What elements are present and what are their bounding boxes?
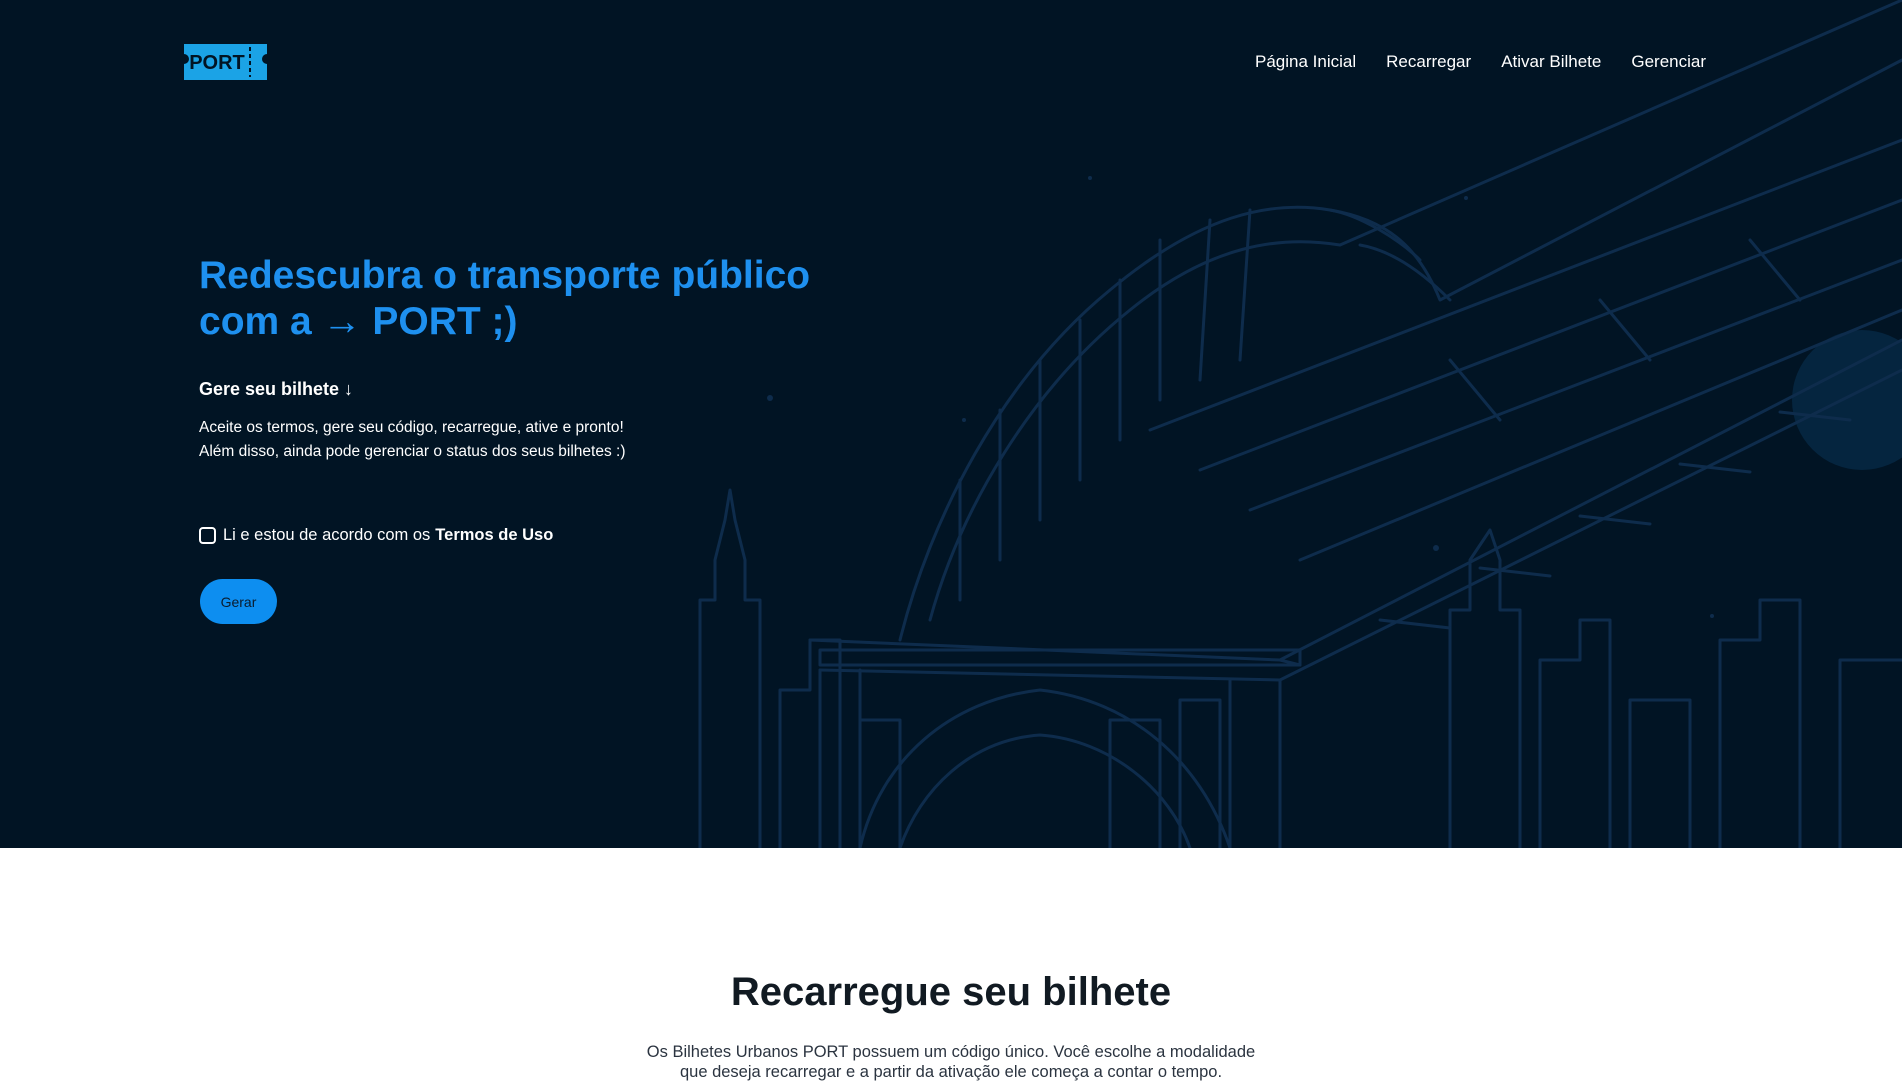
hero-title-line1: Redescubra o transporte público <box>199 254 811 297</box>
terms-checkbox[interactable] <box>199 527 216 544</box>
nav-activate-ticket[interactable]: Ativar Bilhete <box>1501 52 1601 72</box>
logo-text: PORT <box>189 52 245 74</box>
main-nav: Página Inicial Recarregar Ativar Bilhete… <box>1255 52 1706 72</box>
terms-link[interactable]: Termos de Uso <box>435 526 553 545</box>
hero-title-line2: com a → PORT ;) <box>199 300 518 343</box>
hero-description: Aceite os termos, gere seu código, recar… <box>199 419 626 460</box>
nav-manage[interactable]: Gerenciar <box>1631 52 1706 72</box>
hero-title: Redescubra o transporte público com a → … <box>199 253 919 345</box>
recharge-title: Recarregue seu bilhete <box>730 970 1172 1014</box>
hero-section: PORT Página Inicial Recarregar Ativar Bi… <box>0 0 1902 848</box>
nav-home[interactable]: Página Inicial <box>1255 52 1356 72</box>
recharge-description: Os Bilhetes Urbanos PORT possuem um códi… <box>646 1043 1256 1081</box>
nav-recharge[interactable]: Recarregar <box>1386 52 1471 72</box>
hero-subtitle: Gere seu bilhete ↓ <box>199 379 354 399</box>
terms-label: Li e estou de acordo com os <box>223 526 431 544</box>
port-logo[interactable]: PORT <box>184 44 267 80</box>
terms-row: Li e estou de acordo com os Termos de Us… <box>199 526 553 545</box>
generate-button[interactable]: Gerar <box>200 579 277 624</box>
